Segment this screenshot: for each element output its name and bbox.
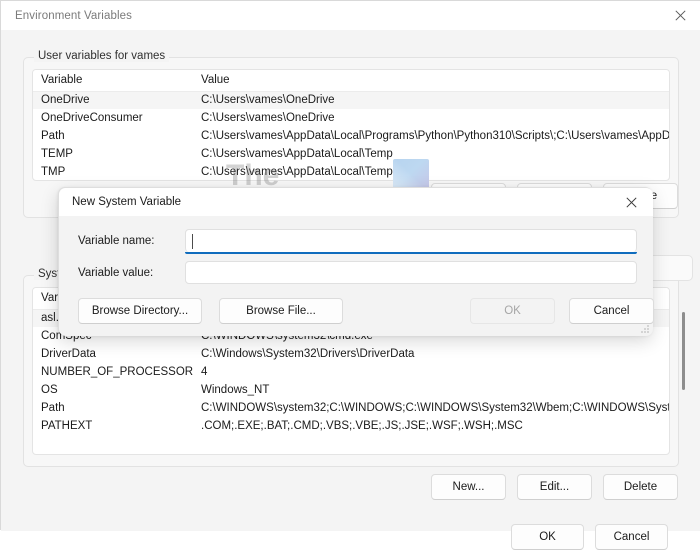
cell-variable: PATHEXT (41, 420, 93, 432)
cell-value: C:\Users\vames\AppData\Local\Temp (201, 166, 393, 178)
dialog-title: New System Variable (72, 196, 182, 208)
variable-name-input[interactable] (185, 229, 637, 254)
cell-value: C:\Users\vames\AppData\Local\Programs\Py… (201, 130, 669, 142)
cell-value: C:\Users\vames\OneDrive (193, 91, 669, 109)
system-delete-button[interactable]: Delete (603, 474, 678, 500)
dialog-ok-button: OK (470, 298, 555, 324)
user-variables-label: User variables for vames (34, 50, 170, 62)
user-variables-table: Variable Value OneDrive C:\Users\vames\O… (33, 70, 669, 180)
cell-variable: Path (41, 402, 65, 414)
cell-value: C:\WINDOWS\system32;C:\WINDOWS;C:\WINDOW… (201, 402, 669, 414)
cell-variable: OneDrive (33, 91, 193, 109)
cell-variable: TEMP (41, 148, 73, 160)
occluded-button[interactable] (647, 255, 693, 281)
table-row[interactable]: PATHEXT .COM;.EXE;.BAT;.CMD;.VBS;.VBE;.J… (33, 417, 669, 435)
browse-file-button[interactable]: Browse File... (219, 298, 343, 324)
table-header-row: Variable Value (33, 70, 669, 92)
new-system-variable-dialog: New System Variable Variable name: Varia… (58, 187, 654, 336)
resize-grip-icon[interactable] (640, 324, 650, 334)
table-row[interactable]: NUMBER_OF_PROCESSORS 4 (33, 363, 669, 381)
cell-value: .COM;.EXE;.BAT;.CMD;.VBS;.VBE;.JS;.JSE;.… (201, 420, 523, 432)
table-row[interactable]: Path C:\WINDOWS\system32;C:\WINDOWS;C:\W… (33, 399, 669, 417)
table-row[interactable]: OneDriveConsumer C:\Users\vames\OneDrive (33, 109, 669, 127)
system-variables-scrollbar[interactable] (678, 288, 690, 456)
variable-value-label: Variable value: (78, 267, 154, 279)
table-row[interactable]: Path C:\Users\vames\AppData\Local\Progra… (33, 127, 669, 145)
text-caret (192, 234, 193, 249)
cell-value: 4 (201, 366, 208, 378)
system-new-button[interactable]: New... (431, 474, 506, 500)
window-title: Environment Variables (15, 9, 132, 22)
table-row[interactable]: OneDrive C:\Users\vames\OneDrive (33, 91, 669, 109)
variable-value-input[interactable] (185, 261, 637, 284)
table-row[interactable]: TMP C:\Users\vames\AppData\Local\Temp (33, 163, 669, 180)
cell-value: C:\Windows\System32\Drivers\DriverData (201, 348, 415, 360)
table-row[interactable]: DriverData C:\Windows\System32\Drivers\D… (33, 345, 669, 363)
system-edit-button[interactable]: Edit... (517, 474, 592, 500)
table-row[interactable]: OS Windows_NT (33, 381, 669, 399)
cell-variable: NUMBER_OF_PROCESSORS (41, 366, 193, 378)
close-icon[interactable] (659, 1, 700, 30)
ok-button[interactable]: OK (511, 524, 584, 550)
user-variables-table-wrap[interactable]: Variable Value OneDrive C:\Users\vames\O… (32, 69, 670, 181)
dialog-cancel-button[interactable]: Cancel (569, 298, 654, 324)
cell-variable: OneDriveConsumer (41, 112, 143, 124)
cell-variable: DriverData (41, 348, 96, 360)
dialog-titlebar: New System Variable (59, 188, 653, 216)
cell-variable: OS (41, 384, 58, 396)
cell-value: Windows_NT (201, 384, 270, 396)
environment-variables-window: Environment Variables User variables for… (0, 0, 700, 550)
variable-name-label: Variable name: (78, 235, 155, 247)
cell-variable: TMP (41, 166, 66, 178)
scrollbar-thumb[interactable] (682, 312, 685, 390)
cancel-button[interactable]: Cancel (595, 524, 668, 550)
browse-directory-button[interactable]: Browse Directory... (78, 298, 202, 324)
window-titlebar: Environment Variables (1, 1, 700, 30)
column-header-value[interactable]: Value (193, 70, 669, 92)
cell-variable: Path (41, 130, 65, 142)
dialog-body: Variable name: Variable value: Browse Di… (59, 216, 654, 336)
table-row[interactable]: TEMP C:\Users\vames\AppData\Local\Temp (33, 145, 669, 163)
cell-value: C:\Users\vames\AppData\Local\Temp (201, 148, 393, 160)
cell-value: C:\Users\vames\OneDrive (201, 112, 335, 124)
column-header-variable[interactable]: Variable (33, 70, 193, 92)
close-icon[interactable] (609, 188, 653, 216)
